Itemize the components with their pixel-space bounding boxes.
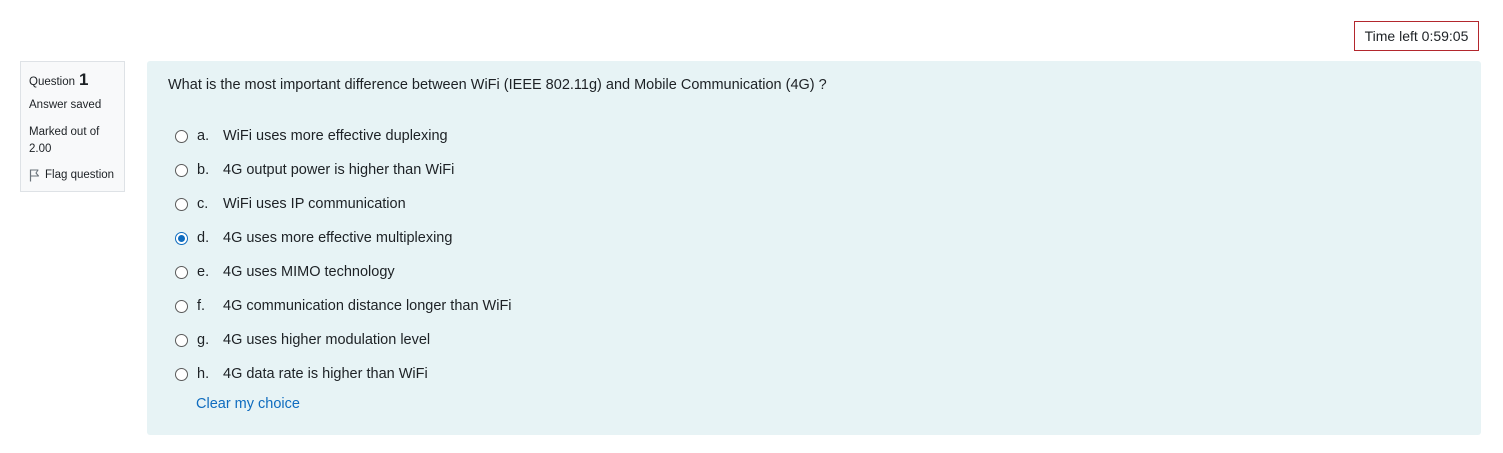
quiz-page: Time left 0:59:05 Question 1 Answer save… bbox=[0, 0, 1503, 453]
answer-text: WiFi uses more effective duplexing bbox=[223, 128, 448, 144]
answer-letter: f. bbox=[197, 298, 206, 314]
answer-letter: e. bbox=[197, 264, 210, 280]
answer-radio[interactable] bbox=[175, 197, 188, 211]
timer-label: Time left bbox=[1364, 28, 1418, 44]
answer-letter: c. bbox=[197, 196, 209, 212]
question-number: Question 1 bbox=[29, 70, 116, 92]
answer-text: 4G data rate is higher than WiFi bbox=[223, 366, 428, 382]
clear-my-choice-link[interactable]: Clear my choice bbox=[196, 396, 300, 412]
answer-text: 4G uses MIMO technology bbox=[223, 264, 395, 280]
answer-text: 4G output power is higher than WiFi bbox=[223, 162, 455, 178]
question-content: What is the most important difference be… bbox=[147, 61, 1481, 435]
answer-letter: a. bbox=[197, 128, 210, 144]
flag-question-button[interactable]: Flag question bbox=[29, 168, 116, 182]
answer-option-b[interactable]: b. 4G output power is higher than WiFi bbox=[175, 153, 512, 187]
answer-radio[interactable] bbox=[175, 265, 188, 279]
answer-letter: h. bbox=[197, 366, 210, 382]
answer-radio-selected[interactable] bbox=[175, 231, 188, 245]
answer-text: WiFi uses IP communication bbox=[223, 196, 406, 212]
answer-option-d[interactable]: d. 4G uses more effective multiplexing bbox=[175, 221, 512, 255]
answer-letter: g. bbox=[197, 332, 210, 348]
timer-value: 0:59:05 bbox=[1421, 28, 1469, 44]
flag-icon bbox=[29, 168, 40, 182]
answer-option-e[interactable]: e. 4G uses MIMO technology bbox=[175, 255, 512, 289]
answer-option-a[interactable]: a. WiFi uses more effective duplexing bbox=[175, 119, 512, 153]
answer-option-c[interactable]: c. WiFi uses IP communication bbox=[175, 187, 512, 221]
answer-radio[interactable] bbox=[175, 333, 188, 347]
answer-option-f[interactable]: f. 4G communication distance longer than… bbox=[175, 289, 512, 323]
answer-radio[interactable] bbox=[175, 367, 188, 381]
answer-text: 4G communication distance longer than Wi… bbox=[223, 298, 512, 314]
question-label: Question bbox=[29, 76, 76, 88]
answer-text: 4G uses higher modulation level bbox=[223, 332, 431, 348]
answer-radio[interactable] bbox=[175, 163, 188, 177]
flag-question-label: Flag question bbox=[45, 169, 115, 181]
question-info-panel: Question 1 Answer saved Marked out of 2.… bbox=[20, 61, 125, 192]
answer-text: 4G uses more effective multiplexing bbox=[223, 230, 453, 246]
answer-radio[interactable] bbox=[175, 129, 188, 143]
question-grade: Marked out of 2.00 bbox=[29, 126, 100, 155]
answer-list: a. WiFi uses more effective duplexing b.… bbox=[175, 119, 512, 391]
answer-letter: b. bbox=[197, 162, 210, 178]
question-text: What is the most important difference be… bbox=[168, 77, 827, 93]
answer-letter: d. bbox=[197, 230, 210, 246]
question-number-value: 1 bbox=[79, 70, 89, 89]
time-left-display: Time left 0:59:05 bbox=[1354, 21, 1479, 51]
answer-option-g[interactable]: g. 4G uses higher modulation level bbox=[175, 323, 512, 357]
question-state: Answer saved bbox=[29, 99, 102, 111]
answer-radio[interactable] bbox=[175, 299, 188, 313]
answer-option-h[interactable]: h. 4G data rate is higher than WiFi bbox=[175, 357, 512, 391]
